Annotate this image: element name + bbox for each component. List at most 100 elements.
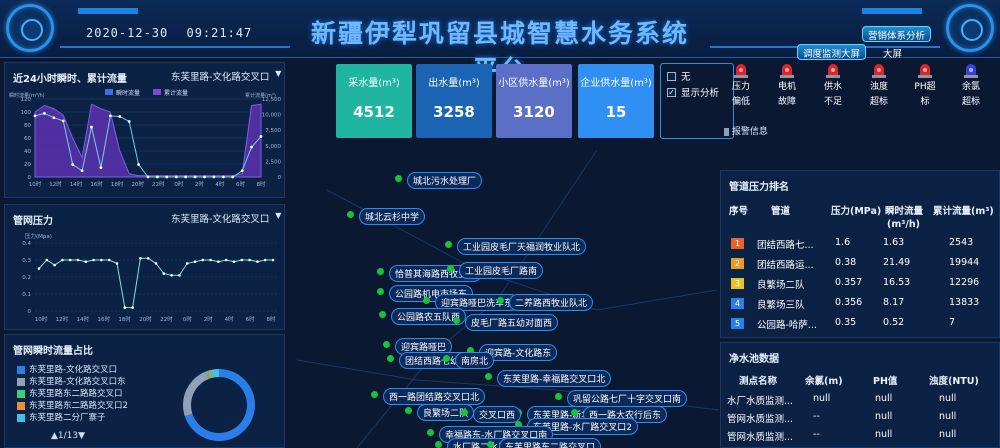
option-show-analysis[interactable]: ✓ 显示分析 xyxy=(667,85,719,99)
map-point-marker[interactable] xyxy=(347,211,354,218)
map-point-label[interactable]: 东芙里路-幸福路交叉口北 xyxy=(497,370,612,387)
map-point-label[interactable]: 皮毛厂路五幼对面西 xyxy=(465,314,559,331)
stat-label: 小区供水量(m³) xyxy=(498,78,570,89)
map-point-marker[interactable] xyxy=(383,341,390,348)
y-tick-label: 0.3 xyxy=(22,258,31,264)
pie-pager[interactable]: ▲1/13▼ xyxy=(51,431,85,441)
alarm-indicator[interactable]: 压力偏低 xyxy=(722,62,760,110)
x-tick-label: 4时 xyxy=(215,180,224,188)
table-row[interactable]: 3 良繁场二队 0.357 16.53 12296 xyxy=(721,273,999,293)
map-point-marker[interactable] xyxy=(445,241,452,248)
data-point xyxy=(240,258,244,262)
data-point xyxy=(248,258,251,262)
pager-down-icon[interactable]: ▼ xyxy=(78,431,85,441)
alarm-indicator[interactable]: 电机故障 xyxy=(768,62,806,110)
wq-header-turbidity: 浊度(NTU) xyxy=(929,376,979,387)
dispatch-monitor-button[interactable]: 调度监测大屏 xyxy=(797,44,867,60)
option-none-checkbox[interactable] xyxy=(667,71,676,81)
map-point-label[interactable]: 城北污水处理厂 xyxy=(407,172,483,189)
map-point-marker[interactable] xyxy=(387,355,394,362)
map-point-label[interactable]: 工业园皮毛厂路南 xyxy=(459,262,544,279)
map-point-marker[interactable] xyxy=(461,409,468,416)
map-point-label[interactable]: 工业园皮毛厂天福润牧业队北 xyxy=(457,238,587,255)
map-point-marker[interactable] xyxy=(555,393,562,400)
flow-location-select[interactable]: 东芙里路-文化路交叉口 ▼ xyxy=(171,69,281,83)
map-point-marker[interactable] xyxy=(487,441,494,448)
pie-legend-item[interactable]: 东芙里路二分厂寨子 xyxy=(17,411,106,423)
map-point-label[interactable]: 交叉口西 xyxy=(473,406,522,423)
siren-icon xyxy=(780,64,794,78)
big-screen-label[interactable]: 大屏 xyxy=(883,46,902,60)
map-point-marker[interactable] xyxy=(405,407,412,414)
table-row[interactable]: 5 公园路-哈萨... 0.35 0.52 7 xyxy=(721,313,999,333)
map-point-label[interactable]: 二养路西牧业队北 xyxy=(509,294,594,311)
alarm-indicator[interactable]: 浊度超标 xyxy=(860,62,898,110)
data-point xyxy=(221,175,225,179)
pie-legend-item[interactable]: 东芙里路-文化路交叉口 xyxy=(17,363,117,375)
x-tick-label: 2时 xyxy=(204,315,213,323)
alarm-label: 浊度超标 xyxy=(869,82,888,107)
map-point-marker[interactable] xyxy=(377,288,384,295)
map-point-marker[interactable] xyxy=(427,429,434,436)
stat-label: 采水量(m³) xyxy=(348,78,400,89)
wq-cell-chlorine: null xyxy=(813,393,831,404)
data-point xyxy=(193,260,197,263)
map-point-label[interactable]: 西一路团结路交叉口北 xyxy=(383,388,486,405)
rank-badge: 5 xyxy=(731,318,744,329)
pie-slice[interactable] xyxy=(183,371,209,417)
map-point-label[interactable]: 东芙里路东二路交叉口 xyxy=(499,438,602,448)
map-point-marker[interactable] xyxy=(497,297,504,304)
map-point-marker[interactable] xyxy=(453,317,460,324)
map-point-marker[interactable] xyxy=(447,265,454,272)
legend-label: 东芙里路-文化路交叉口东 xyxy=(29,377,126,387)
wq-cell-turbidity: null xyxy=(939,411,957,422)
map-point-marker[interactable] xyxy=(371,391,378,398)
map-point-marker[interactable] xyxy=(435,441,442,448)
x-tick-label: 12时 xyxy=(56,315,69,323)
alarm-indicator[interactable]: PH超标 xyxy=(906,62,944,110)
map-point-marker[interactable] xyxy=(379,311,386,318)
table-row[interactable]: 水厂水质监测... null null null xyxy=(721,389,999,409)
map-point-marker[interactable] xyxy=(377,268,384,275)
legend-swatch xyxy=(153,89,161,95)
pressure-select-value: 东芙里路-文化路交叉口 xyxy=(171,214,270,225)
data-point xyxy=(217,260,220,263)
right-tick-label: 12,500 xyxy=(262,97,282,103)
pie-legend-item[interactable]: 东芙里路东二路路交叉口 xyxy=(17,387,123,399)
left-tick-label: 100 xyxy=(21,110,32,116)
map-point-marker[interactable] xyxy=(485,373,492,380)
pie-legend-item[interactable]: 东芙里路-文化路交叉口东 xyxy=(17,375,126,387)
map-point-label[interactable]: 南房北 xyxy=(455,352,495,369)
table-row[interactable]: 管网水质监测... -- null null xyxy=(721,407,999,427)
alarm-indicator[interactable]: 余氯超标 xyxy=(952,62,990,110)
map-point-marker[interactable] xyxy=(395,175,402,182)
map-point-marker[interactable] xyxy=(423,297,430,304)
legend-swatch xyxy=(105,89,113,95)
pie-legend-item[interactable]: 东芙里路东二路路交叉口2 xyxy=(17,399,128,411)
map-point-marker[interactable] xyxy=(443,355,450,362)
siren-icon xyxy=(918,64,932,78)
pressure-location-select[interactable]: 东芙里路-文化路交叉口 ▼ xyxy=(171,211,281,225)
pie-chart xyxy=(183,369,255,441)
table-row[interactable]: 4 良繁场三队 0.356 8.17 13833 xyxy=(721,293,999,313)
sales-analysis-button[interactable]: 营销体系分析 xyxy=(862,26,932,42)
map-point-marker[interactable] xyxy=(571,409,578,416)
data-point xyxy=(76,258,80,262)
legend-label: 东芙里路东二路路交叉口2 xyxy=(29,401,128,411)
option-show-analysis-checkbox[interactable]: ✓ xyxy=(667,87,676,97)
data-point xyxy=(146,175,150,179)
alarm-indicator[interactable]: 供水不足 xyxy=(814,62,852,110)
data-point xyxy=(131,306,134,309)
pager-up-icon[interactable]: ▲ xyxy=(51,431,58,441)
map-point-label[interactable]: 城北云杉中学 xyxy=(359,208,426,225)
rank-cell-pressure: 0.38 xyxy=(835,257,857,268)
rank-cell-flow: 1.63 xyxy=(883,237,905,248)
y-tick-label: 0.1 xyxy=(22,292,31,298)
table-row[interactable]: 管网水质监测... -- null null xyxy=(721,425,999,445)
table-row[interactable]: 1 团结西路七... 1.6 1.63 2543 xyxy=(721,233,999,253)
map-point-label[interactable]: 巩留公路七厂十字交叉口南 xyxy=(567,390,688,407)
table-row[interactable]: 2 团结西路运... 0.38 21.49 19944 xyxy=(721,253,999,273)
option-none[interactable]: 无 xyxy=(667,69,691,83)
siren-icon xyxy=(872,64,886,78)
map-view[interactable]: 城北污水处理厂 城北云杉中学 工业园皮毛厂天福润牧业队北 恰普其海路西牧业队 工业园皮毛… xyxy=(297,150,719,448)
